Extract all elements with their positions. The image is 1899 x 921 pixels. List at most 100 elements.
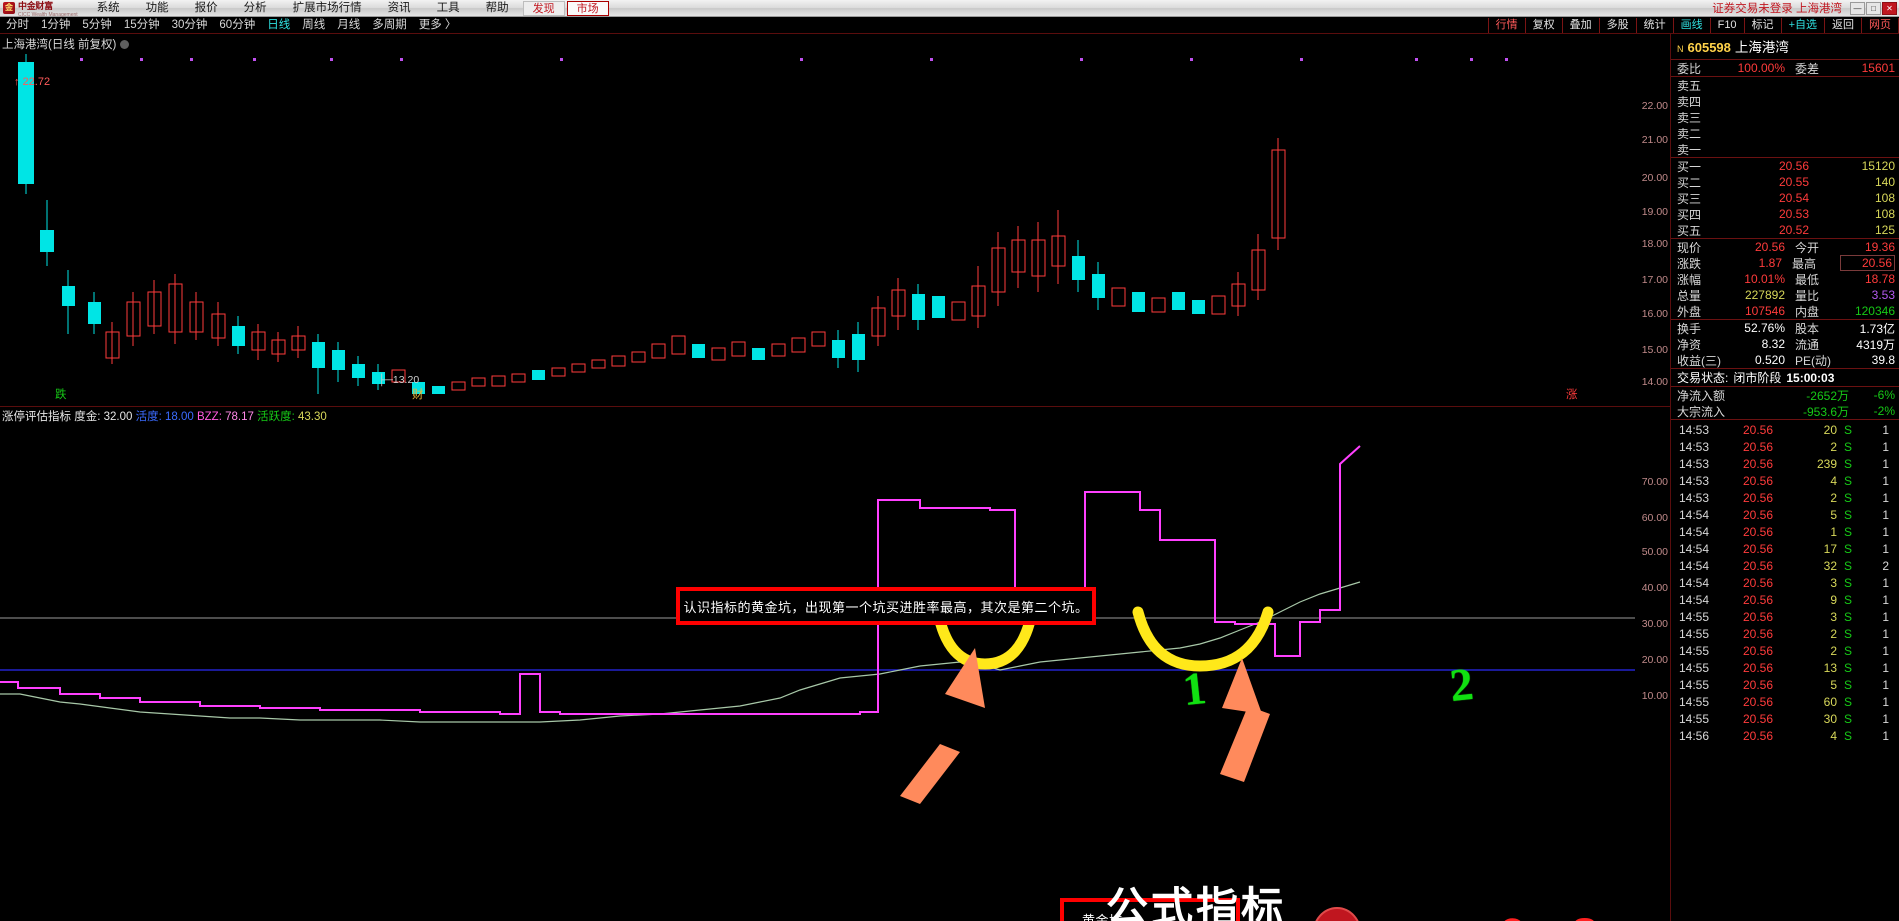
- menu-item-news[interactable]: 资讯: [375, 0, 424, 17]
- tool-market-quotes[interactable]: 行情: [1487, 17, 1526, 33]
- tick-count: 1: [1882, 677, 1889, 692]
- tick-row[interactable]: 14:54 20.56 9 S 1: [1671, 591, 1899, 608]
- quote-panel: N 605598 上海港湾 委比 100.00% 委差 15601 卖五 卖四 …: [1670, 34, 1899, 921]
- tick-count: 1: [1882, 643, 1889, 658]
- tick-row[interactable]: 14:53 20.56 2 S 1: [1671, 489, 1899, 506]
- tick-row[interactable]: 14:54 20.56 1 S 1: [1671, 523, 1899, 540]
- tick-volume: 13: [1823, 660, 1837, 675]
- menu-item-tools[interactable]: 工具: [424, 0, 473, 17]
- ask-row-3[interactable]: 卖三: [1671, 109, 1899, 125]
- tick-row[interactable]: 14:55 20.56 2 S 1: [1671, 625, 1899, 642]
- bid-price-2: 20.55: [1778, 175, 1809, 189]
- ask-row-5[interactable]: 卖五: [1671, 77, 1899, 93]
- period-5min[interactable]: 5分钟: [76, 17, 117, 34]
- bid-row-3[interactable]: 买三 20.54 108: [1671, 190, 1899, 206]
- bid-row-5[interactable]: 买五 20.52 125: [1671, 222, 1899, 238]
- tick-volume: 3: [1830, 575, 1837, 590]
- bid-row-2[interactable]: 买二 20.55 140: [1671, 174, 1899, 190]
- tick-row[interactable]: 14:56 20.56 4 S 1: [1671, 727, 1899, 744]
- tick-direction: S: [1843, 711, 1852, 726]
- period-weekly[interactable]: 周线: [296, 17, 331, 34]
- high-price-label: 最高: [1792, 256, 1817, 271]
- bid-label-2: 买二: [1677, 175, 1702, 190]
- period-intraday[interactable]: 分时: [0, 17, 35, 34]
- tick-count: 1: [1882, 422, 1889, 437]
- tab-market[interactable]: 市场: [566, 0, 609, 16]
- bid-row-4[interactable]: 买四 20.53 108: [1671, 206, 1899, 222]
- tool-drawing[interactable]: 画线: [1672, 17, 1711, 33]
- tick-row[interactable]: 14:55 20.56 60 S 1: [1671, 693, 1899, 710]
- tool-webpage[interactable]: 网页: [1861, 17, 1899, 33]
- tick-row[interactable]: 14:54 20.56 32 S 2: [1671, 557, 1899, 574]
- minimize-button[interactable]: —: [1850, 1, 1865, 15]
- menu-item-analysis[interactable]: 分析: [231, 0, 280, 17]
- trade-status-label: 交易状态:: [1677, 371, 1729, 385]
- tick-price: 20.56: [1742, 677, 1773, 692]
- bid-price-1: 20.56: [1778, 159, 1809, 173]
- tick-count: 1: [1882, 456, 1889, 471]
- tick-volume: 20: [1823, 422, 1837, 437]
- tick-row[interactable]: 14:54 20.56 17 S 1: [1671, 540, 1899, 557]
- bid-label-3: 买三: [1677, 191, 1702, 206]
- tool-overlay[interactable]: 叠加: [1561, 17, 1600, 33]
- tick-list[interactable]: 14:53 20.56 20 S 1 14:53 20.56 2 S 1 14:…: [1671, 421, 1899, 744]
- trade-status-time: 15:00:03: [1786, 370, 1835, 385]
- tick-row[interactable]: 14:54 20.56 3 S 1: [1671, 574, 1899, 591]
- menu-item-function[interactable]: 功能: [133, 0, 182, 17]
- settings-dot-icon[interactable]: [120, 39, 130, 49]
- tick-row[interactable]: 14:53 20.56 4 S 1: [1671, 472, 1899, 489]
- period-more[interactable]: 更多 〉: [413, 17, 463, 34]
- tick-row[interactable]: 14:53 20.56 239 S 1: [1671, 455, 1899, 472]
- tool-mark[interactable]: 标记: [1743, 17, 1782, 33]
- tick-row[interactable]: 14:54 20.56 5 S 1: [1671, 506, 1899, 523]
- maximize-button[interactable]: □: [1866, 1, 1881, 15]
- period-15min[interactable]: 15分钟: [118, 17, 166, 34]
- menu-item-extended-market[interactable]: 扩展市场行情: [280, 0, 375, 17]
- chart-area[interactable]: 上海港湾(日线 前复权) ↑ 22.72 22.00 21.00 20.00 1…: [0, 34, 1670, 921]
- tick-row[interactable]: 14:55 20.56 5 S 1: [1671, 676, 1899, 693]
- bid-label-1: 买一: [1677, 159, 1702, 174]
- period-multi[interactable]: 多周期: [366, 17, 413, 34]
- period-30min[interactable]: 30分钟: [166, 17, 214, 34]
- tool-f10[interactable]: F10: [1709, 17, 1745, 33]
- ask-row-2[interactable]: 卖二: [1671, 125, 1899, 141]
- menu-item-quotes[interactable]: 报价: [182, 0, 231, 17]
- ind-tick-6: 10.00: [1641, 690, 1668, 702]
- tick-time: 14:55: [1679, 711, 1710, 726]
- tick-count: 1: [1882, 575, 1889, 590]
- panel-divider: [0, 406, 1670, 407]
- tick-row[interactable]: 14:55 20.56 3 S 1: [1671, 608, 1899, 625]
- tool-add-watchlist[interactable]: +自选: [1780, 17, 1825, 33]
- change-value: 1.87: [1758, 256, 1782, 270]
- ask-row-1[interactable]: 卖一: [1671, 141, 1899, 157]
- tab-discover[interactable]: 发现: [522, 0, 565, 16]
- tool-back[interactable]: 返回: [1824, 17, 1862, 33]
- tick-row[interactable]: 14:53 20.56 2 S 1: [1671, 438, 1899, 455]
- tool-statistics[interactable]: 统计: [1635, 17, 1674, 33]
- tick-volume: 17: [1823, 541, 1837, 556]
- tick-volume: 4: [1830, 473, 1837, 488]
- menu-item-help[interactable]: 帮助: [473, 0, 522, 17]
- stat-row-netasset: 净资 8.32 流通 4319万: [1671, 336, 1899, 352]
- bid-vol-1: 15120: [1861, 159, 1895, 173]
- period-daily[interactable]: 日线: [261, 17, 296, 34]
- menu-item-system[interactable]: 系统: [84, 0, 133, 17]
- current-price-label: 现价: [1677, 240, 1702, 255]
- tool-adjust[interactable]: 复权: [1524, 17, 1563, 33]
- indicator-f4-label: 活跃度:: [257, 411, 295, 423]
- ask-row-4[interactable]: 卖四: [1671, 93, 1899, 109]
- stock-header[interactable]: N 605598 上海港湾: [1671, 34, 1899, 59]
- close-button[interactable]: ✕: [1882, 1, 1897, 15]
- tool-multi-stock[interactable]: 多股: [1598, 17, 1637, 33]
- stock-code: 605598: [1687, 40, 1731, 55]
- tick-row[interactable]: 14:55 20.56 13 S 1: [1671, 659, 1899, 676]
- stat-row-change-pct: 涨幅 10.01% 最低 18.78: [1671, 271, 1899, 287]
- ask-label-1: 卖一: [1677, 142, 1702, 157]
- tick-row[interactable]: 14:55 20.56 2 S 1: [1671, 642, 1899, 659]
- tick-row[interactable]: 14:55 20.56 30 S 1: [1671, 710, 1899, 727]
- tick-row[interactable]: 14:53 20.56 20 S 1: [1671, 421, 1899, 438]
- bid-row-1[interactable]: 买一 20.56 15120: [1671, 158, 1899, 174]
- period-60min[interactable]: 60分钟: [213, 17, 261, 34]
- period-1min[interactable]: 1分钟: [35, 17, 76, 34]
- period-monthly[interactable]: 月线: [331, 17, 366, 34]
